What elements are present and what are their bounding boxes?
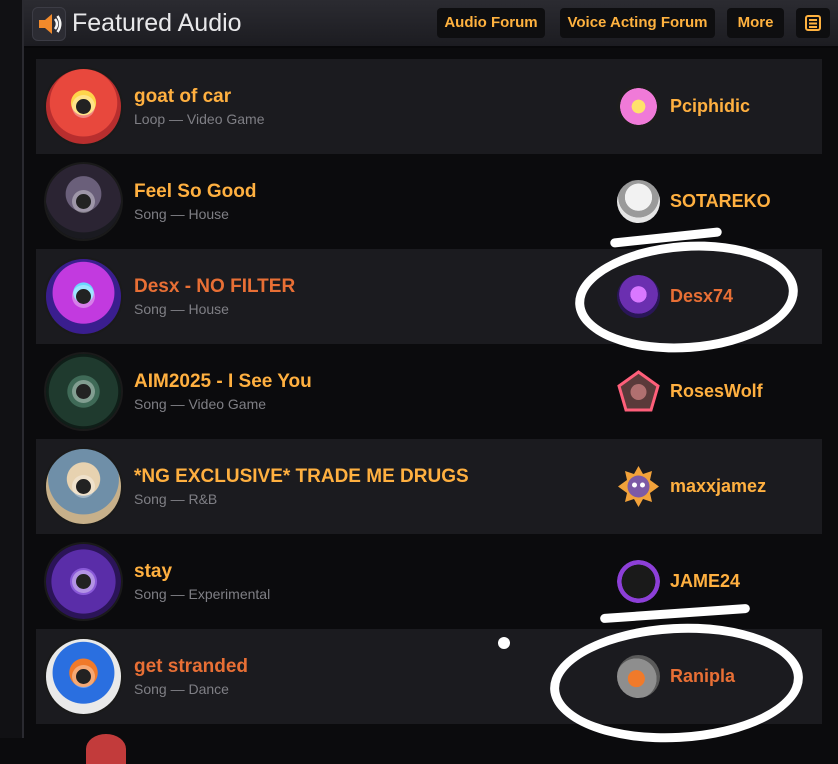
track-meta: Song — R&B — [134, 491, 218, 507]
artist-name[interactable]: maxxjamez — [670, 476, 766, 497]
avatar[interactable] — [617, 465, 660, 508]
list-item[interactable]: *NG EXCLUSIVE* TRADE ME DRUGS Song — R&B… — [36, 439, 822, 534]
avatar[interactable] — [617, 370, 660, 413]
more-button[interactable]: More — [727, 8, 784, 38]
track-thumbnail[interactable] — [46, 69, 121, 144]
artist-name[interactable]: Pciphidic — [670, 96, 750, 117]
list-item[interactable]: AIM2025 - I See You Song — Video Game Ro… — [36, 344, 822, 439]
artist-name[interactable]: SOTAREKO — [670, 191, 771, 212]
track-meta: Song — Dance — [134, 681, 229, 697]
track-title[interactable]: Feel So Good — [134, 181, 256, 203]
artist-name[interactable]: RosesWolf — [670, 381, 763, 402]
track-thumbnail[interactable] — [46, 164, 121, 239]
track-thumbnail[interactable] — [46, 354, 121, 429]
track-title[interactable]: *NG EXCLUSIVE* TRADE ME DRUGS — [134, 466, 469, 488]
page-frame-left — [0, 0, 24, 738]
voice-acting-forum-button[interactable]: Voice Acting Forum — [560, 8, 715, 38]
track-title[interactable]: AIM2025 - I See You — [134, 371, 312, 393]
menu-toggle-icon[interactable] — [796, 8, 830, 38]
avatar[interactable] — [617, 560, 660, 603]
track-thumbnail[interactable] — [46, 639, 121, 714]
page-title: Featured Audio — [72, 9, 242, 37]
annotation-dot — [498, 637, 510, 649]
artist-name[interactable]: JAME24 — [670, 571, 740, 592]
track-title[interactable]: get stranded — [134, 656, 248, 678]
track-meta: Song — Video Game — [134, 396, 267, 412]
list-item[interactable]: goat of car Loop — Video Game Pciphidic — [36, 59, 822, 154]
track-meta: Song — House — [134, 301, 229, 317]
avatar[interactable] — [617, 180, 660, 223]
track-meta: Song — House — [134, 206, 229, 222]
audio-forum-button[interactable]: Audio Forum — [437, 8, 545, 38]
track-title[interactable]: stay — [134, 561, 172, 583]
track-thumbnail[interactable] — [46, 544, 121, 619]
track-title[interactable]: goat of car — [134, 86, 231, 108]
featured-audio-header: Featured Audio Audio Forum Voice Acting … — [24, 0, 838, 48]
track-meta: Song — Experimental — [134, 586, 271, 602]
speaker-icon — [32, 7, 66, 41]
avatar[interactable] — [617, 85, 660, 128]
track-meta: Loop — Video Game — [134, 111, 265, 127]
track-thumbnail[interactable] — [46, 449, 121, 524]
track-title[interactable]: Desx - NO FILTER — [134, 276, 295, 298]
track-thumbnail[interactable] — [46, 259, 121, 334]
